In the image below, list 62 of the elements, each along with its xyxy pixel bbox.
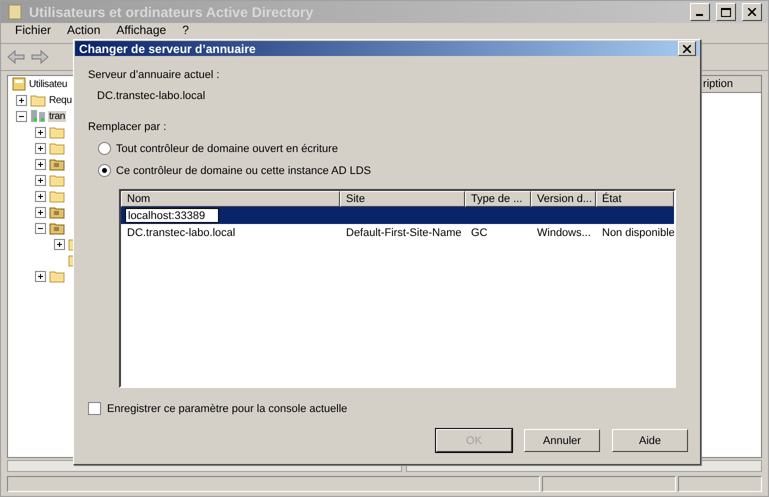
folder-icon xyxy=(49,221,65,235)
expand-icon[interactable] xyxy=(35,158,46,170)
close-icon xyxy=(683,44,691,52)
dialog-button[interactable]: Annuler xyxy=(524,429,600,452)
expand-icon[interactable] xyxy=(35,190,46,202)
menu-item[interactable]: Action xyxy=(59,23,108,38)
folder-icon xyxy=(49,157,65,171)
folder-icon xyxy=(49,205,65,219)
forward-icon[interactable] xyxy=(31,50,49,64)
tree-item[interactable]: Requ xyxy=(48,94,73,106)
menu-item[interactable]: Affichage xyxy=(108,23,174,38)
radio-button[interactable] xyxy=(98,164,111,177)
table-cell-text: Non disponible xyxy=(601,226,674,238)
folder-icon xyxy=(49,189,65,203)
table-cell-text: GC xyxy=(470,226,488,238)
column-header[interactable]: Nom xyxy=(121,191,340,207)
menu-item[interactable]: Fichier xyxy=(7,23,60,38)
column-header[interactable]: État xyxy=(596,191,674,207)
radio-label[interactable]: Tout contrôleur de domaine ouvert en écriture xyxy=(116,142,338,154)
radio-button[interactable] xyxy=(98,142,111,155)
table-cell-text: Windows... xyxy=(536,226,592,238)
input-field[interactable]: localhost:33389 xyxy=(125,208,219,223)
maximize-icon xyxy=(721,8,731,16)
current-server: DC.transtec-labo.local xyxy=(97,90,206,102)
collapse-icon[interactable] xyxy=(16,110,27,122)
console-icon xyxy=(7,4,23,20)
menu-item[interactable]: ? xyxy=(174,23,197,38)
collapse-icon[interactable] xyxy=(35,222,46,234)
expand-icon[interactable] xyxy=(35,142,46,154)
close-button[interactable] xyxy=(742,3,762,21)
close-button[interactable] xyxy=(678,41,696,56)
field-label: Serveur d’annuaire actuel : xyxy=(88,69,220,81)
expand-icon[interactable] xyxy=(35,174,46,186)
checkbox[interactable] xyxy=(88,402,101,415)
back-icon[interactable] xyxy=(7,50,25,64)
close-icon xyxy=(748,8,756,16)
tree-item[interactable]: Utilisateu xyxy=(28,78,68,90)
expand-icon[interactable] xyxy=(35,206,46,218)
dialog-title: Changer de serveur d’annuaire xyxy=(79,42,256,56)
checkbox-label[interactable]: Enregistrer ce paramètre pour la console actuelle xyxy=(107,402,348,414)
tree-item[interactable]: tran xyxy=(48,110,66,122)
expand-icon[interactable] xyxy=(35,270,46,282)
column-header[interactable]: Site xyxy=(340,191,465,207)
folder-icon xyxy=(49,173,65,187)
folder-icon xyxy=(30,93,46,107)
table-cell-text: Default-First-Site-Name xyxy=(345,226,463,238)
expand-icon[interactable] xyxy=(16,94,27,106)
minimize-button[interactable] xyxy=(690,3,710,21)
radio-label[interactable]: Ce contrôleur de domaine ou cette instance AD LDS xyxy=(116,164,371,176)
list-row[interactable]: localhost:33389 xyxy=(121,207,674,224)
column-header[interactable]: Type de ... xyxy=(465,191,531,207)
maximize-button[interactable] xyxy=(716,3,736,21)
folder-icon xyxy=(49,269,65,283)
folder-icon xyxy=(49,125,65,139)
dialog-button[interactable]: Aide xyxy=(612,429,688,452)
domain-icon xyxy=(30,109,46,123)
folder-icon xyxy=(49,141,65,155)
field-label: Remplacer par : xyxy=(88,121,168,133)
table-cell-text: DC.transtec-labo.local xyxy=(126,226,236,238)
column-header[interactable]: Version d... xyxy=(531,191,596,207)
expand-icon[interactable] xyxy=(35,126,46,138)
expand-icon[interactable] xyxy=(54,238,65,250)
